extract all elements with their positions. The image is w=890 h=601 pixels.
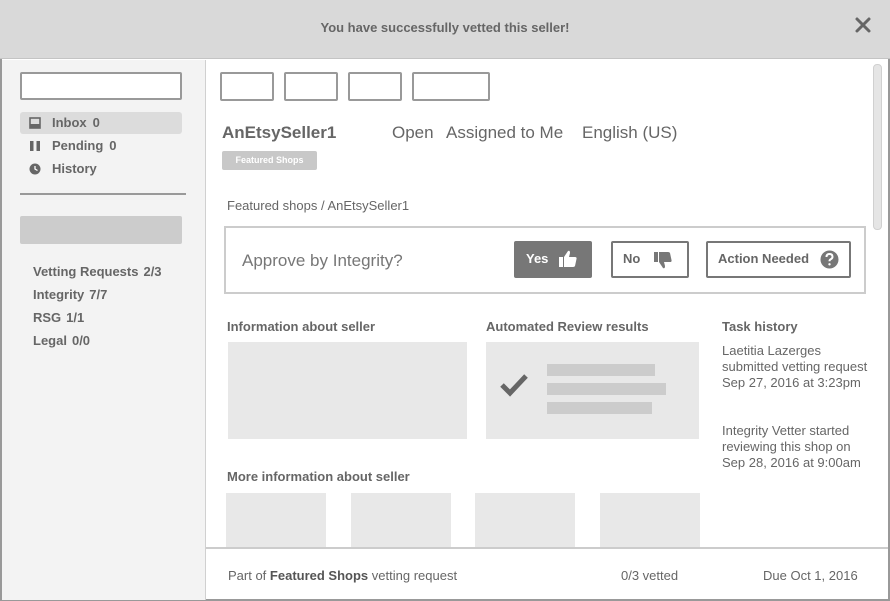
more-info-tile (226, 493, 326, 549)
category-vetting-requests[interactable]: Vetting Requests 2/3 (33, 264, 162, 279)
category-count: 1/1 (66, 310, 85, 325)
checkmark-icon (500, 374, 528, 397)
clock-icon (29, 163, 41, 175)
sidebar-item-history[interactable]: History (20, 158, 182, 180)
text-placeholder-line (547, 364, 655, 376)
featured-shops-badge: Featured Shops (222, 151, 317, 170)
yes-label: Yes (526, 251, 549, 266)
inbox-icon (29, 117, 41, 129)
pending-count: 0 (109, 138, 117, 153)
sidebar-item-label: History (52, 161, 97, 176)
success-message: You have successfully vetted this seller… (320, 20, 570, 35)
more-info-section-title: More information about seller (227, 469, 410, 484)
category-rsg[interactable]: RSG 1/1 (33, 310, 84, 325)
sidebar-item-label: Pending (52, 138, 104, 153)
category-count: 2/3 (143, 264, 162, 279)
category-label: RSG (33, 310, 62, 325)
seller-name: AnEtsySeller1 (222, 123, 337, 142)
breadcrumb: Featured shops / AnEtsySeller1 (227, 198, 410, 213)
close-icon[interactable] (854, 16, 872, 34)
footer-request-name: Featured Shops (269, 568, 369, 583)
history-entry: Laetitia Lazerges submitted vetting requ… (722, 343, 868, 390)
status-label: Open (392, 123, 434, 142)
assignment-label: Assigned to Me (446, 123, 564, 142)
approve-question: Approve by Integrity? (242, 251, 403, 270)
seller-info-placeholder (228, 342, 467, 439)
category-count: 0/0 (71, 333, 91, 348)
info-section-title: Information about seller (227, 319, 376, 334)
sidebar-divider (20, 193, 186, 195)
language-label: English (US) (582, 123, 678, 142)
yes-button[interactable]: Yes (514, 241, 592, 278)
toolbar-button-4[interactable] (412, 72, 490, 101)
sidebar-item-label: Inbox (52, 115, 87, 130)
category-label: Legal (33, 333, 67, 348)
automated-results-panel (486, 342, 699, 439)
action-needed-label: Action Needed (718, 251, 810, 266)
toolbar-button-3[interactable] (348, 72, 402, 101)
footer-suffix: vetting request (371, 568, 458, 583)
action-needed-button[interactable]: Action Needed (706, 241, 851, 278)
thumbs-down-icon (654, 252, 672, 269)
category-integrity[interactable]: Integrity 7/7 (33, 287, 107, 302)
due-date: Due Oct 1, 2016 (763, 568, 858, 583)
text-placeholder-line (547, 402, 652, 414)
more-info-tile (600, 493, 700, 549)
no-button[interactable]: No (611, 241, 689, 278)
scrollbar-thumb[interactable] (873, 64, 882, 230)
category-count: 7/7 (89, 287, 108, 302)
sidebar-search-input[interactable] (20, 72, 182, 100)
sidebar: Inbox 0 Pending 0 History Vetting Requests… (2, 60, 206, 600)
approve-panel: Approve by Integrity? Yes No Action Need… (224, 226, 866, 294)
text-placeholder-line (547, 383, 666, 395)
vetted-progress: 0/3 vetted (621, 568, 679, 583)
inbox-count: 0 (92, 115, 100, 130)
footer-prefix: Part of (228, 568, 267, 583)
history-entry: Integrity Vetter started reviewing this … (722, 423, 861, 470)
vetting-request-summary: Part of Featured Shops vetting request (228, 568, 457, 583)
thumbs-up-icon (559, 250, 577, 267)
category-label: Integrity (33, 287, 85, 302)
footer-bar: Part of Featured Shops vetting request 0… (206, 547, 888, 599)
no-label: No (623, 251, 641, 266)
sidebar-item-pending[interactable]: Pending 0 (20, 135, 182, 157)
sidebar-item-inbox[interactable]: Inbox 0 (20, 112, 182, 134)
more-info-tile (351, 493, 451, 549)
category-label: Vetting Requests (33, 264, 139, 279)
more-info-tile (475, 493, 575, 549)
sidebar-filter-bar[interactable] (20, 216, 182, 244)
pause-icon (30, 141, 40, 151)
toolbar-button-2[interactable] (284, 72, 338, 101)
category-legal[interactable]: Legal 0/0 (33, 333, 90, 348)
success-banner: You have successfully vetted this seller… (0, 0, 890, 59)
task-history-title: Task history (722, 319, 798, 334)
toolbar-button-1[interactable] (220, 72, 274, 101)
question-icon (820, 250, 839, 269)
automated-section-title: Automated Review results (486, 319, 649, 334)
